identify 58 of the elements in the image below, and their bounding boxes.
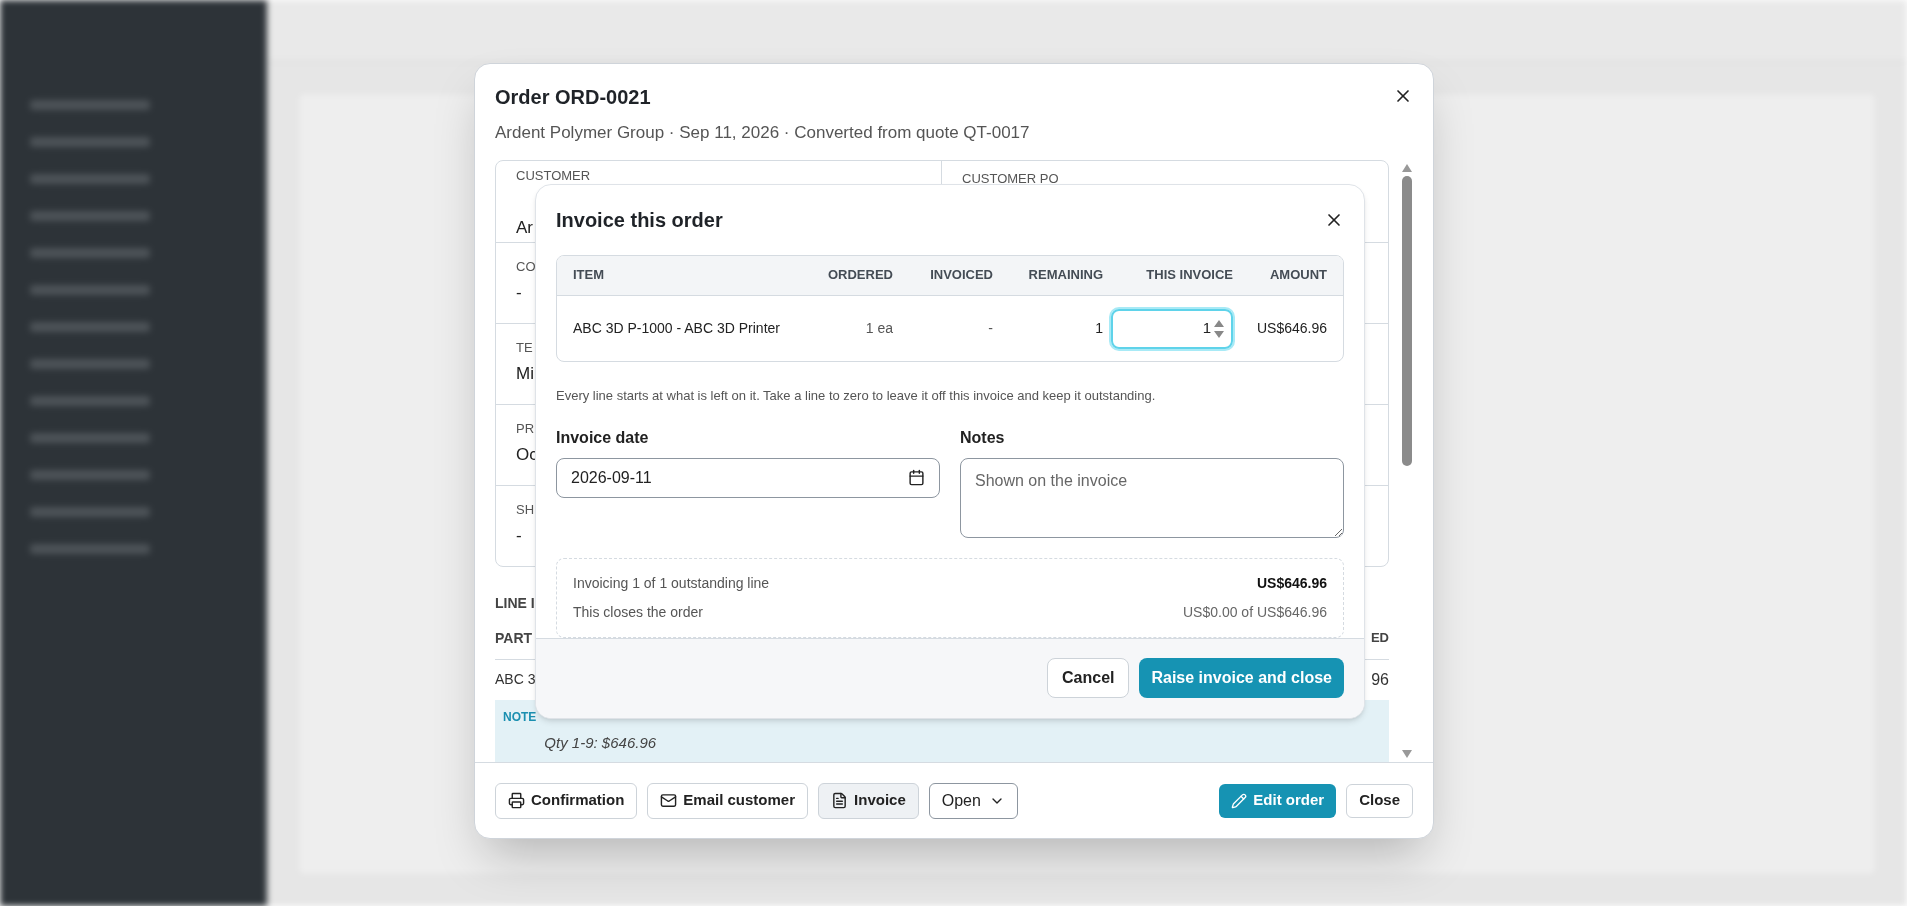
field-label: CUSTOMER PO [962, 170, 1059, 186]
hint-text: Every line starts at what is left on it. Take a line to zero to leave it off this invoice and keep it outstanding. [555, 387, 1157, 406]
column-header: PART [495, 628, 533, 648]
column-header: ED [1370, 628, 1389, 647]
field-label: CO [516, 257, 536, 276]
calendar-icon[interactable] [908, 469, 925, 487]
document-icon [831, 792, 849, 809]
table-cell-text: ABC 3 [495, 670, 536, 690]
dialog-title: Order ORD-0021 [495, 85, 652, 110]
scroll-down-icon[interactable] [1402, 750, 1412, 758]
field-label: Invoice date [556, 427, 650, 448]
field-value: - [516, 282, 522, 304]
column-header: THIS INVOICE [1145, 266, 1233, 285]
action-button[interactable]: Email customer [647, 782, 809, 819]
printer-icon [508, 792, 525, 809]
column-header: ITEM [573, 266, 606, 285]
note-label: NOTE [503, 708, 537, 726]
column-header: REMAINING [1027, 266, 1103, 285]
field-label: CUSTOMER [516, 166, 591, 185]
table-cell-text: 1 ea [864, 319, 893, 338]
table-cell-text: 96 [1371, 669, 1389, 690]
field-label: TE [516, 338, 533, 357]
column-header: ORDERED [827, 266, 893, 285]
table-cell-text: 1 [1094, 319, 1103, 338]
summary-value: US$646.96 [1256, 573, 1327, 593]
dialog-subtitle: Ardent Polymer Group · Sep 11, 2026 · Converted from quote QT-0017 [495, 122, 1030, 144]
close-button[interactable]: Close [1346, 783, 1413, 818]
table-cell-text: ABC 3D P-1000 - ABC 3D Printer [573, 319, 781, 338]
field-label: Notes [960, 427, 1006, 448]
date-field[interactable]: 2026-09-11 [556, 457, 940, 498]
quantity-field[interactable]: 1 [1111, 308, 1233, 349]
section-heading: LINE I [495, 593, 535, 613]
field-value: Mi [516, 363, 534, 385]
notes-field[interactable]: Shown on the invoice [960, 457, 1344, 538]
field-value: - [516, 525, 522, 547]
field-value: Ar [516, 217, 533, 239]
status-dropdown[interactable]: Open [928, 782, 1018, 819]
field-label: PR [516, 419, 535, 438]
field-label: SH [516, 500, 535, 519]
action-button[interactable]: Invoice [818, 782, 919, 819]
summary-value: US$0.00 of US$646.96 [1183, 602, 1327, 622]
submit-button[interactable]: Raise invoice and close [1139, 658, 1344, 699]
table-cell-text: US$646.96 [1255, 319, 1327, 338]
table-cell-text: - [987, 319, 993, 338]
note-text: Qty 1-9: $646.96 [544, 732, 657, 753]
dialog-title: Invoice this order [556, 207, 723, 233]
envelope-icon [660, 792, 678, 809]
scrollbar-thumb[interactable] [1402, 175, 1412, 466]
cancel-button[interactable]: Cancel [1047, 658, 1130, 699]
edit-button[interactable]: Edit order [1219, 783, 1337, 818]
column-header: INVOICED [929, 266, 993, 285]
summary-label: Invoicing 1 of 1 outstanding line [573, 573, 770, 593]
quantity-input[interactable]: 1 [1131, 317, 1211, 340]
summary-label: This closes the order [573, 602, 703, 622]
pencil-icon [1231, 792, 1248, 809]
column-header: AMOUNT [1268, 266, 1327, 285]
scroll-up-icon[interactable] [1402, 163, 1412, 172]
action-button[interactable]: Confirmation [495, 782, 638, 819]
